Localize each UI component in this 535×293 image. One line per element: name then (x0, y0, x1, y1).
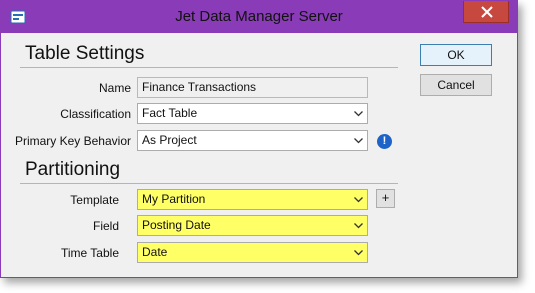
field-value: Posting Date (142, 218, 211, 232)
close-button[interactable] (463, 1, 509, 23)
field-select[interactable]: Posting Date (137, 215, 368, 236)
partitioning-divider (20, 183, 398, 184)
primary-key-value: As Project (142, 133, 197, 147)
title-bar[interactable]: Jet Data Manager Server (1, 1, 517, 33)
classification-select[interactable]: Fact Table (137, 103, 368, 124)
template-select[interactable]: My Partition (137, 189, 368, 210)
ok-button[interactable]: OK (420, 44, 492, 66)
classification-label: Classification (60, 107, 131, 121)
chevron-down-icon (354, 138, 363, 144)
name-field[interactable]: Finance Transactions (137, 77, 368, 98)
close-icon (481, 6, 493, 18)
time-table-value: Date (142, 245, 168, 259)
primary-key-select[interactable]: As Project (137, 130, 368, 151)
add-partition-button[interactable]: + (376, 189, 395, 208)
table-settings-divider (20, 67, 398, 68)
template-value: My Partition (142, 192, 206, 206)
chevron-down-icon (354, 223, 363, 229)
name-label: Name (98, 81, 131, 95)
cancel-button[interactable]: Cancel (420, 74, 492, 96)
chevron-down-icon (354, 111, 363, 117)
chevron-down-icon (354, 197, 363, 203)
classification-value: Fact Table (142, 106, 198, 120)
partitioning-header: Partitioning (25, 159, 121, 180)
name-value: Finance Transactions (142, 80, 257, 94)
table-settings-header: Table Settings (25, 43, 145, 64)
dialog-window: Jet Data Manager Server Table Settings N… (0, 0, 518, 278)
template-label: Template (70, 193, 119, 207)
time-table-select[interactable]: Date (137, 242, 368, 263)
info-icon[interactable]: ! (377, 134, 392, 149)
chevron-down-icon (354, 250, 363, 256)
time-table-label: Time Table (60, 246, 119, 260)
primary-key-label: Primary Key Behavior (14, 134, 131, 148)
field-label: Field (92, 219, 119, 233)
window-title: Jet Data Manager Server (175, 8, 343, 25)
